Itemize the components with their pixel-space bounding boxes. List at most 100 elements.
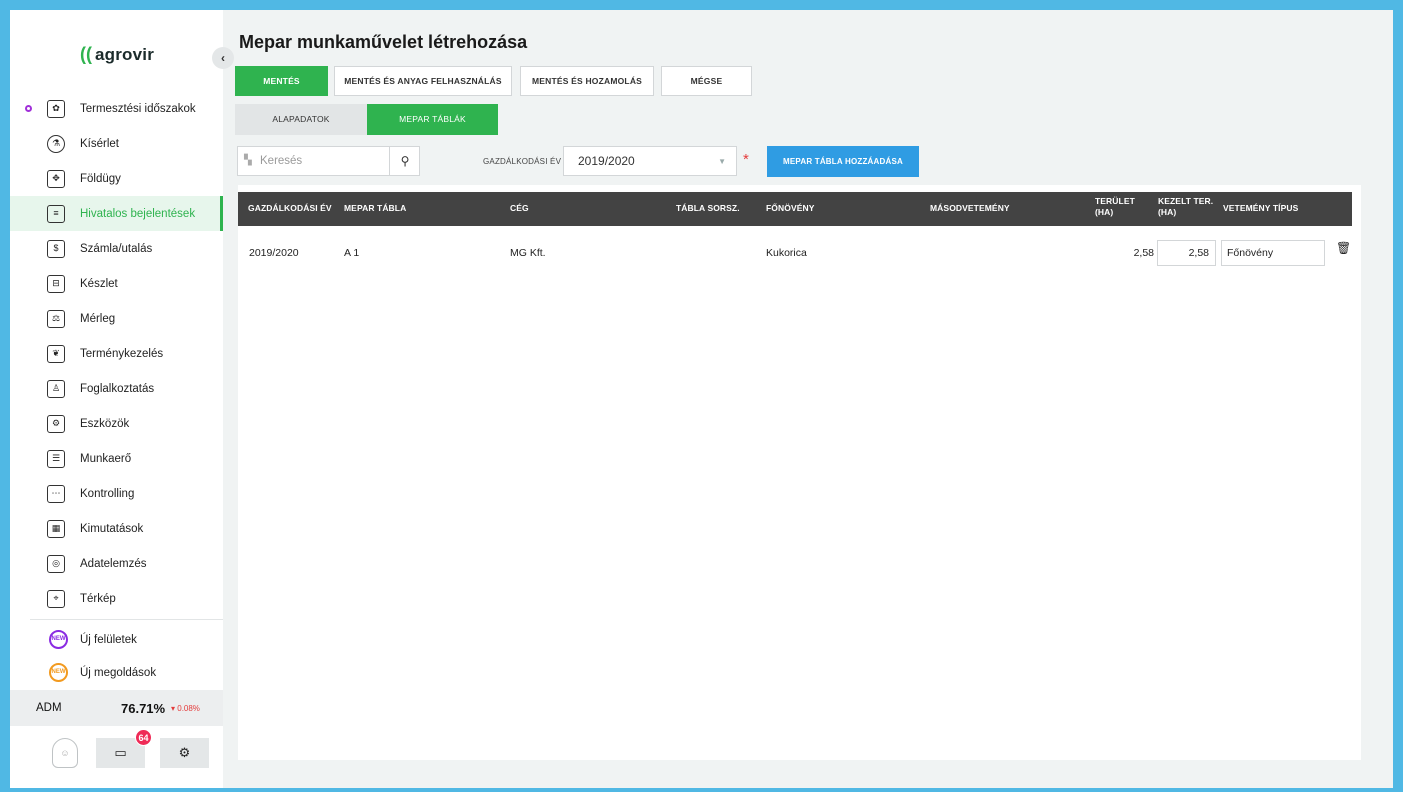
collapse-sidebar-button[interactable]: ‹ <box>212 47 234 69</box>
sidebar-item-label: Terménykezelés <box>80 347 164 360</box>
new-badge-icon: NEW <box>49 663 68 682</box>
mepar-table: GAZDÁLKODÁSI ÉV MEPAR TÁBLA CÉG TÁBLA SO… <box>238 185 1361 760</box>
search-input[interactable] <box>260 151 386 171</box>
column-header-second-crop[interactable]: MÁSODVETEMÉNY <box>930 203 1010 214</box>
save-and-material-button[interactable]: MENTÉS ÉS ANYAG FELHASZNÁLÁS <box>334 66 512 96</box>
invoice-icon: $ <box>47 240 65 258</box>
crop-handling-icon: ❦ <box>47 345 65 363</box>
analytics-icon: ◎ <box>47 555 65 573</box>
cell-mepar: A 1 <box>344 247 360 259</box>
app-window: (( agrovir ✿ Termesztési időszakok ⚗ Kís… <box>10 10 1393 788</box>
search-button[interactable]: ⚲ <box>389 147 420 175</box>
sidebar-item-hivatalos-bejelentesek[interactable]: ≡ Hivatalos bejelentések <box>10 196 223 231</box>
sidebar-item-terkep[interactable]: ⌖ Térkép <box>10 581 223 616</box>
column-header-area-line1: TERÜLET <box>1095 196 1135 206</box>
map-icon: ⌖ <box>47 590 65 608</box>
settings-button[interactable]: ⚙ <box>160 738 209 768</box>
sidebar-item-label: Eszközök <box>80 417 130 430</box>
save-button[interactable]: MENTÉS <box>235 66 328 96</box>
sidebar-item-termesztesi-idoszakok[interactable]: ✿ Termesztési időszakok <box>10 91 223 126</box>
trash-icon[interactable]: 🗑 <box>1336 241 1351 255</box>
adm-indicator: ADM 76.71% ▾ 0.08% <box>10 690 223 726</box>
sidebar-item-label: Kontrolling <box>80 487 135 500</box>
sidebar-item-label: Térkép <box>80 592 116 605</box>
column-header-crop-type[interactable]: VETEMÉNY TÍPUS <box>1223 203 1298 214</box>
sidebar-item-label: Foglalkoztatás <box>80 382 155 395</box>
report-icon: ▦ <box>47 520 65 538</box>
sidebar-item-szamla-utalas[interactable]: $ Számla/utalás <box>10 231 223 266</box>
new-badge-icon: NEW <box>49 630 68 649</box>
year-label: GAZDÁLKODÁSI ÉV <box>483 157 562 166</box>
id-card-icon: ☰ <box>47 450 65 468</box>
column-header-main-crop[interactable]: FŐNÖVÉNY <box>766 203 815 214</box>
sidebar-item-label: Készlet <box>80 277 118 290</box>
sidebar-item-foldugy[interactable]: ✥ Földügy <box>10 161 223 196</box>
seedling-calendar-icon: ✿ <box>47 100 65 118</box>
sidebar-item-label: Földügy <box>80 172 121 185</box>
treated-area-input[interactable]: 2,58 <box>1157 240 1216 266</box>
cell-area: 2,58 <box>1133 247 1154 259</box>
sidebar-item-munkaero[interactable]: ☰ Munkaerő <box>10 441 223 476</box>
sidebar-item-adatelemzes[interactable]: ◎ Adatelemzés <box>10 546 223 581</box>
save-and-yield-button[interactable]: MENTÉS ÉS HOZAMOLÁS <box>520 66 654 96</box>
scale-icon: ⚖ <box>47 310 65 328</box>
logo-leaf-icon: (( <box>80 44 92 64</box>
column-header-mepar[interactable]: MEPAR TÁBLA <box>344 203 406 214</box>
cell-year: 2019/2020 <box>249 247 299 259</box>
tractor-icon: ⚙ <box>47 415 65 433</box>
column-header-area[interactable]: TERÜLET (HA) <box>1095 196 1135 218</box>
tab-alapadatok[interactable]: ALAPADATOK <box>235 104 367 135</box>
logo-text: agrovir <box>95 44 155 64</box>
sidebar-item-label: Hivatalos bejelentések <box>80 207 196 220</box>
binoculars-icon: ▚ <box>244 155 252 166</box>
column-header-serial[interactable]: TÁBLA SORSZ. <box>676 203 740 214</box>
avatar[interactable]: ☺ <box>52 738 78 768</box>
sidebar-bottom-tools: ☺ ▭ 64 ⚙ <box>10 726 223 788</box>
abacus-icon: ⋯ <box>47 485 65 503</box>
required-marker: * <box>743 151 749 168</box>
sidebar-item-merleg[interactable]: ⚖ Mérleg <box>10 301 223 336</box>
year-select[interactable]: 2019/2020 ▼ <box>563 146 737 176</box>
add-mepar-table-button[interactable]: MEPAR TÁBLA HOZZÁADÁSA <box>767 146 919 177</box>
page-title: Mepar munkaművelet létrehozása <box>239 32 528 52</box>
year-select-value: 2019/2020 <box>578 154 635 168</box>
sidebar-item-termenykezeles[interactable]: ❦ Terménykezelés <box>10 336 223 371</box>
current-indicator-icon <box>25 105 32 112</box>
column-header-treated-line2: (HA) <box>1158 207 1177 217</box>
document-icon: ≡ <box>47 205 65 223</box>
sidebar-item-kontrolling[interactable]: ⋯ Kontrolling <box>10 476 223 511</box>
sidebar-item-label: Számla/utalás <box>80 242 153 255</box>
sidebar: (( agrovir ✿ Termesztési időszakok ⚗ Kís… <box>10 10 223 788</box>
sidebar-item-label: Kimutatások <box>80 522 144 535</box>
employment-icon: ♙ <box>47 380 65 398</box>
logo[interactable]: (( agrovir <box>80 44 154 65</box>
sidebar-menu: ✿ Termesztési időszakok ⚗ Kísérlet ✥ Föl… <box>10 91 223 616</box>
table-header: GAZDÁLKODÁSI ÉV MEPAR TÁBLA CÉG TÁBLA SO… <box>238 192 1352 226</box>
cell-main-crop: Kukorica <box>766 247 807 259</box>
search-icon: ⚲ <box>400 154 410 168</box>
cancel-button[interactable]: MÉGSE <box>661 66 752 96</box>
sidebar-item-kimutatasok[interactable]: ▦ Kimutatások <box>10 511 223 546</box>
sidebar-item-eszkozok[interactable]: ⚙ Eszközök <box>10 406 223 441</box>
land-puzzle-icon: ✥ <box>47 170 65 188</box>
sidebar-item-uj-feluletek[interactable]: NEW Új felületek <box>10 622 223 657</box>
sidebar-item-label: Termesztési időszakok <box>80 102 196 115</box>
sidebar-item-foglalkoztatas[interactable]: ♙ Foglalkoztatás <box>10 371 223 406</box>
sidebar-item-keszlet[interactable]: ⊟ Készlet <box>10 266 223 301</box>
tab-mepar-tablak[interactable]: MEPAR TÁBLÁK <box>367 104 498 135</box>
sidebar-item-label: Kísérlet <box>80 137 119 150</box>
column-header-area-line2: (HA) <box>1095 207 1114 217</box>
column-header-treated-line1: KEZELT TER. <box>1158 196 1214 206</box>
column-header-company[interactable]: CÉG <box>510 203 529 214</box>
sidebar-item-label: Adatelemzés <box>80 557 147 570</box>
sidebar-item-uj-megoldasok[interactable]: NEW Új megoldások <box>10 655 223 690</box>
column-header-treated-area[interactable]: KEZELT TER. (HA) <box>1158 196 1213 218</box>
sidebar-item-label: Új felületek <box>80 633 137 646</box>
adm-label: ADM <box>36 702 62 714</box>
chat-icon: ▭ <box>114 745 127 760</box>
crop-type-input[interactable]: Főnövény <box>1221 240 1325 266</box>
message-count-badge: 64 <box>135 729 152 746</box>
column-header-year[interactable]: GAZDÁLKODÁSI ÉV <box>248 203 332 214</box>
sidebar-item-kiserlet[interactable]: ⚗ Kísérlet <box>10 126 223 161</box>
adm-change: ▾ 0.08% <box>171 703 200 713</box>
